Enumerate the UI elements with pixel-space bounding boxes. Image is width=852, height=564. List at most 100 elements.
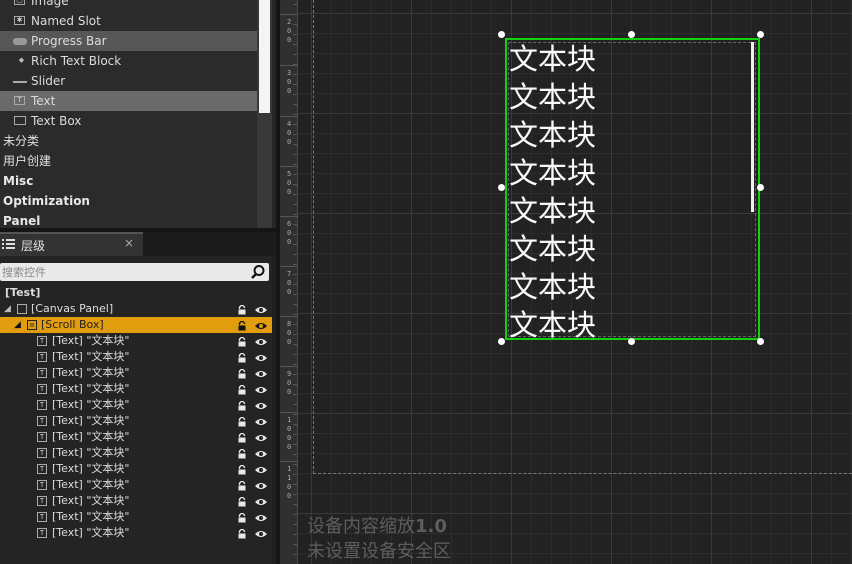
search-input[interactable]: 搜索控件 (0, 263, 269, 281)
lock-icon[interactable] (237, 304, 247, 315)
text-icon: T (14, 96, 25, 105)
tree-item-text[interactable]: T [Text] "文本块" (0, 349, 272, 365)
text-block-widget[interactable]: 文本块 (509, 306, 596, 338)
lock-icon[interactable] (237, 336, 247, 347)
scroll-box-icon: ≡ (27, 320, 37, 330)
named-slot-icon: ✱ (14, 16, 25, 25)
visibility-eye-icon[interactable] (254, 432, 268, 442)
text-block-widget[interactable]: 文本块 (509, 40, 596, 78)
lock-icon[interactable] (237, 400, 247, 411)
visibility-eye-icon[interactable] (254, 416, 268, 426)
visibility-eye-icon[interactable] (254, 448, 268, 458)
text-block-widget[interactable]: 文本块 (509, 116, 596, 154)
tree-item-label: [Test] (5, 286, 41, 299)
ruler-minor-tick (293, 224, 297, 225)
scroll-box-widget[interactable]: 文本块 文本块 文本块 文本块 文本块 文本块 文本块 文本块 (505, 38, 760, 340)
tree-item-text[interactable]: T [Text] "文本块" (0, 429, 272, 445)
visibility-eye-icon[interactable] (254, 480, 268, 490)
tree-item-canvas-panel[interactable]: ◢ [Canvas Panel] (0, 301, 272, 317)
ruler-minor-tick (293, 404, 297, 405)
palette-category-user-created[interactable]: 用户创建 (3, 151, 51, 171)
visibility-eye-icon[interactable] (254, 320, 268, 330)
image-icon: ▢ (14, 0, 25, 5)
ruler-minor-tick (293, 364, 297, 365)
lock-icon[interactable] (237, 496, 247, 507)
lock-icon[interactable] (237, 448, 247, 459)
palette-item-rich-text-block[interactable]: ◆ Rich Text Block (0, 51, 257, 71)
lock-icon[interactable] (237, 464, 247, 475)
lock-icon[interactable] (237, 416, 247, 427)
visibility-eye-icon[interactable] (254, 512, 268, 522)
tree-item-text[interactable]: T [Text] "文本块" (0, 333, 272, 349)
ruler-minor-tick (293, 164, 297, 165)
palette-item-text-box[interactable]: Text Box (0, 111, 257, 131)
resize-handle-bottom-right[interactable] (757, 338, 764, 345)
tree-item-text[interactable]: T [Text] "文本块" (0, 413, 272, 429)
resize-handle-right[interactable] (757, 184, 764, 191)
tree-item-text[interactable]: T [Text] "文本块" (0, 365, 272, 381)
palette-item-image[interactable]: ▢ Image (0, 0, 257, 11)
visibility-eye-icon[interactable] (254, 336, 268, 346)
palette-item-named-slot[interactable]: ✱ Named Slot (0, 11, 257, 31)
visibility-eye-icon[interactable] (254, 400, 268, 410)
tree-item-text[interactable]: T [Text] "文本块" (0, 381, 272, 397)
tree-item-label: [Text] "文本块" (52, 478, 130, 491)
text-block-widget[interactable]: 文本块 (509, 78, 596, 116)
visibility-eye-icon[interactable] (254, 368, 268, 378)
tab-hierarchy[interactable]: 层级 × (0, 232, 143, 256)
text-block-widget[interactable]: 文本块 (509, 154, 596, 192)
tree-item-root[interactable]: [Test] (0, 285, 272, 301)
lock-icon[interactable] (237, 512, 247, 523)
scroll-box-scrollbar-thumb[interactable] (751, 42, 754, 212)
visibility-eye-icon[interactable] (254, 496, 268, 506)
tree-item-scroll-box[interactable]: ◢ ≡ [Scroll Box] (0, 317, 272, 333)
palette-category-panel[interactable]: Panel (3, 211, 40, 228)
visibility-eye-icon[interactable] (254, 352, 268, 362)
ruler-minor-tick (293, 454, 297, 455)
expand-arrow-icon[interactable]: ◢ (14, 317, 21, 333)
tree-item-text[interactable]: T [Text] "文本块" (0, 397, 272, 413)
tree-item-text[interactable]: T [Text] "文本块" (0, 509, 272, 525)
ruler-minor-tick (293, 154, 297, 155)
ruler-minor-tick (293, 544, 297, 545)
palette-category-optimization[interactable]: Optimization (3, 191, 90, 211)
visibility-eye-icon[interactable] (254, 464, 268, 474)
tree-item-text[interactable]: T [Text] "文本块" (0, 493, 272, 509)
palette-item-text[interactable]: T Text (0, 91, 257, 111)
ruler-minor-tick (293, 114, 297, 115)
visibility-eye-icon[interactable] (254, 304, 268, 314)
palette-scrollbar-thumb[interactable] (259, 0, 270, 113)
resize-handle-left[interactable] (498, 184, 505, 191)
expand-arrow-icon[interactable]: ◢ (4, 301, 11, 317)
palette-category-uncategorized[interactable]: 未分类 (3, 131, 39, 151)
palette-item-slider[interactable]: Slider (0, 71, 257, 91)
text-block-widget[interactable]: 文本块 (509, 268, 596, 306)
resize-handle-top[interactable] (628, 31, 635, 38)
lock-icon[interactable] (237, 384, 247, 395)
ruler-minor-tick (293, 434, 297, 435)
text-block-widget[interactable]: 文本块 (509, 192, 596, 230)
lock-icon[interactable] (237, 352, 247, 363)
text-icon: T (37, 352, 47, 362)
palette-category-misc[interactable]: Misc (3, 171, 33, 191)
ruler-minor-tick (293, 414, 297, 415)
tree-item-text[interactable]: T [Text] "文本块" (0, 525, 272, 541)
palette-item-progress-bar[interactable]: Progress Bar (0, 31, 257, 51)
lock-icon[interactable] (237, 368, 247, 379)
visibility-eye-icon[interactable] (254, 384, 268, 394)
visibility-eye-icon[interactable] (254, 528, 268, 538)
tree-item-text[interactable]: T [Text] "文本块" (0, 445, 272, 461)
tree-item-text[interactable]: T [Text] "文本块" (0, 477, 272, 493)
lock-icon[interactable] (237, 480, 247, 491)
lock-icon[interactable] (237, 320, 247, 331)
text-block-widget[interactable]: 文本块 (509, 230, 596, 268)
lock-icon[interactable] (237, 528, 247, 539)
close-icon[interactable]: × (124, 236, 134, 250)
lock-icon[interactable] (237, 432, 247, 443)
resize-handle-bottom-left[interactable] (498, 338, 505, 345)
resize-handle-top-left[interactable] (498, 31, 505, 38)
resize-handle-bottom[interactable] (628, 338, 635, 345)
hierarchy-body: 搜索控件 [Test] ◢ [Canvas Panel] ◢ ≡ [Scroll Box]… (0, 256, 276, 564)
resize-handle-top-right[interactable] (757, 31, 764, 38)
tree-item-text[interactable]: T [Text] "文本块" (0, 461, 272, 477)
